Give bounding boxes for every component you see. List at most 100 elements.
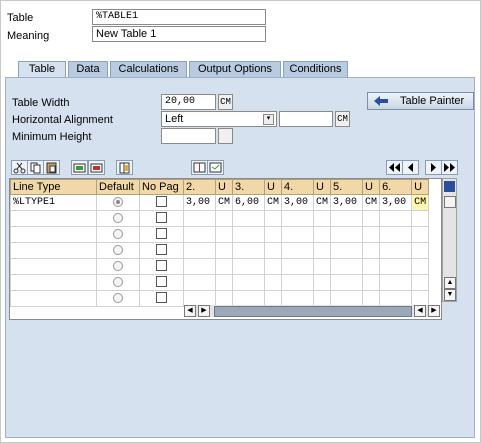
no-page-cell[interactable] bbox=[139, 210, 184, 227]
table-settings-icon[interactable] bbox=[444, 181, 455, 192]
col-default[interactable]: Default bbox=[96, 179, 140, 195]
grid-cell[interactable] bbox=[214, 210, 234, 227]
no-page-cell[interactable] bbox=[139, 194, 184, 211]
tab-calculations[interactable]: Calculations bbox=[110, 61, 187, 77]
last-page-icon[interactable] bbox=[441, 160, 458, 175]
default-radio[interactable] bbox=[113, 276, 123, 287]
no-page-cell[interactable] bbox=[139, 290, 184, 307]
default-cell[interactable] bbox=[96, 210, 140, 227]
grid-cell[interactable] bbox=[379, 274, 413, 291]
default-radio[interactable] bbox=[113, 292, 123, 303]
grid-cell[interactable] bbox=[232, 210, 266, 227]
value-cell[interactable]: 3,00 bbox=[379, 194, 413, 211]
grid-cell[interactable] bbox=[379, 226, 413, 243]
grid-cell[interactable] bbox=[264, 210, 283, 227]
grid-cell[interactable] bbox=[10, 242, 97, 259]
col-2[interactable]: 2. bbox=[183, 179, 216, 195]
grid-cell[interactable] bbox=[362, 274, 381, 291]
grid-cell[interactable] bbox=[183, 242, 216, 259]
insert-col-icon[interactable] bbox=[116, 160, 133, 175]
col-u[interactable]: U bbox=[264, 179, 283, 195]
grid-cell[interactable] bbox=[411, 258, 430, 275]
grid-cell[interactable] bbox=[362, 210, 381, 227]
default-radio[interactable] bbox=[113, 228, 123, 239]
table-painter-button[interactable]: Table Painter bbox=[367, 92, 474, 110]
no-page-cell[interactable] bbox=[139, 274, 184, 291]
insert-row-icon[interactable] bbox=[71, 160, 88, 175]
grid-cell[interactable] bbox=[379, 210, 413, 227]
value-cell[interactable]: 6,00 bbox=[232, 194, 266, 211]
no-page-cell[interactable] bbox=[139, 258, 184, 275]
value-cell[interactable]: 3,00 bbox=[330, 194, 364, 211]
col-u[interactable]: U bbox=[313, 179, 332, 195]
grid-cell[interactable] bbox=[313, 258, 332, 275]
copy-icon[interactable] bbox=[27, 160, 44, 175]
col-4[interactable]: 4. bbox=[281, 179, 315, 195]
meaning-field[interactable]: New Table 1 bbox=[92, 26, 266, 42]
col-6[interactable]: 6. bbox=[379, 179, 413, 195]
scroll-left-icon[interactable]: ◀ bbox=[184, 305, 196, 317]
scroll-thumb-horizontal[interactable] bbox=[214, 306, 412, 317]
grid-cell[interactable] bbox=[281, 274, 315, 291]
first-page-icon[interactable] bbox=[386, 160, 403, 175]
no-page-checkbox[interactable] bbox=[156, 196, 167, 208]
unit-cell[interactable]: CM bbox=[264, 194, 283, 211]
no-page-cell[interactable] bbox=[139, 226, 184, 243]
table-width-field[interactable]: 20,00 bbox=[161, 94, 216, 110]
grid-cell[interactable] bbox=[330, 258, 364, 275]
grid-cell[interactable] bbox=[313, 226, 332, 243]
grid-cell[interactable] bbox=[264, 242, 283, 259]
value-cell[interactable]: 3,00 bbox=[281, 194, 315, 211]
no-page-checkbox[interactable] bbox=[156, 244, 167, 256]
table-width-unit[interactable]: CM bbox=[218, 94, 233, 110]
col-u[interactable]: U bbox=[411, 179, 430, 195]
alignment-offset-unit[interactable]: CM bbox=[335, 111, 350, 127]
tab-output-options[interactable]: Output Options bbox=[189, 61, 281, 77]
delete-row-icon[interactable] bbox=[88, 160, 105, 175]
horizontal-scrollbar[interactable]: ◀ ▶ ◀ ▶ bbox=[184, 305, 440, 317]
scroll-thumb[interactable] bbox=[444, 196, 456, 208]
value-cell[interactable]: 3,00 bbox=[183, 194, 216, 211]
unit-cell[interactable]: CM bbox=[362, 194, 381, 211]
cut-icon[interactable] bbox=[11, 160, 28, 175]
grid-cell[interactable] bbox=[411, 274, 430, 291]
unit-cell[interactable]: CM bbox=[214, 194, 234, 211]
grid-cell[interactable] bbox=[330, 226, 364, 243]
grid-cell[interactable] bbox=[232, 258, 266, 275]
scroll-up-icon[interactable]: ▲ bbox=[444, 277, 456, 289]
grid-cell[interactable] bbox=[330, 210, 364, 227]
grid-cell[interactable] bbox=[281, 210, 315, 227]
prev-page-icon[interactable] bbox=[402, 160, 419, 175]
grid-cell[interactable] bbox=[10, 226, 97, 243]
next-page-icon[interactable] bbox=[425, 160, 442, 175]
grid-cell[interactable] bbox=[232, 242, 266, 259]
default-radio[interactable] bbox=[113, 260, 123, 271]
minimum-height-unit[interactable] bbox=[218, 128, 233, 144]
default-radio[interactable] bbox=[113, 244, 123, 255]
scroll-right-icon[interactable]: ▶ bbox=[198, 305, 210, 317]
grid-cell[interactable] bbox=[214, 258, 234, 275]
grid-cell[interactable] bbox=[330, 274, 364, 291]
grid-cell[interactable] bbox=[264, 258, 283, 275]
grid-cell[interactable] bbox=[362, 258, 381, 275]
col-u[interactable]: U bbox=[214, 179, 234, 195]
grid-cell[interactable] bbox=[264, 274, 283, 291]
scroll-left-icon[interactable]: ◀ bbox=[414, 305, 426, 317]
grid-cell[interactable] bbox=[411, 226, 430, 243]
grid-cell[interactable] bbox=[232, 226, 266, 243]
grid-cell[interactable] bbox=[10, 274, 97, 291]
no-page-checkbox[interactable] bbox=[156, 212, 167, 224]
line-type-cell[interactable]: %LTYPE1 bbox=[10, 194, 97, 211]
default-radio[interactable] bbox=[113, 196, 123, 207]
grid-cell[interactable] bbox=[214, 242, 234, 259]
no-page-checkbox[interactable] bbox=[156, 276, 167, 288]
no-page-checkbox[interactable] bbox=[156, 228, 167, 240]
grid-cell[interactable] bbox=[330, 242, 364, 259]
tab-conditions[interactable]: Conditions bbox=[283, 61, 348, 77]
grid-cell[interactable] bbox=[411, 242, 430, 259]
unit-cell[interactable]: CM bbox=[313, 194, 332, 211]
default-radio[interactable] bbox=[113, 212, 123, 223]
alignment-offset-field[interactable] bbox=[279, 111, 333, 127]
merge-icon[interactable] bbox=[207, 160, 224, 175]
grid-cell[interactable] bbox=[313, 274, 332, 291]
